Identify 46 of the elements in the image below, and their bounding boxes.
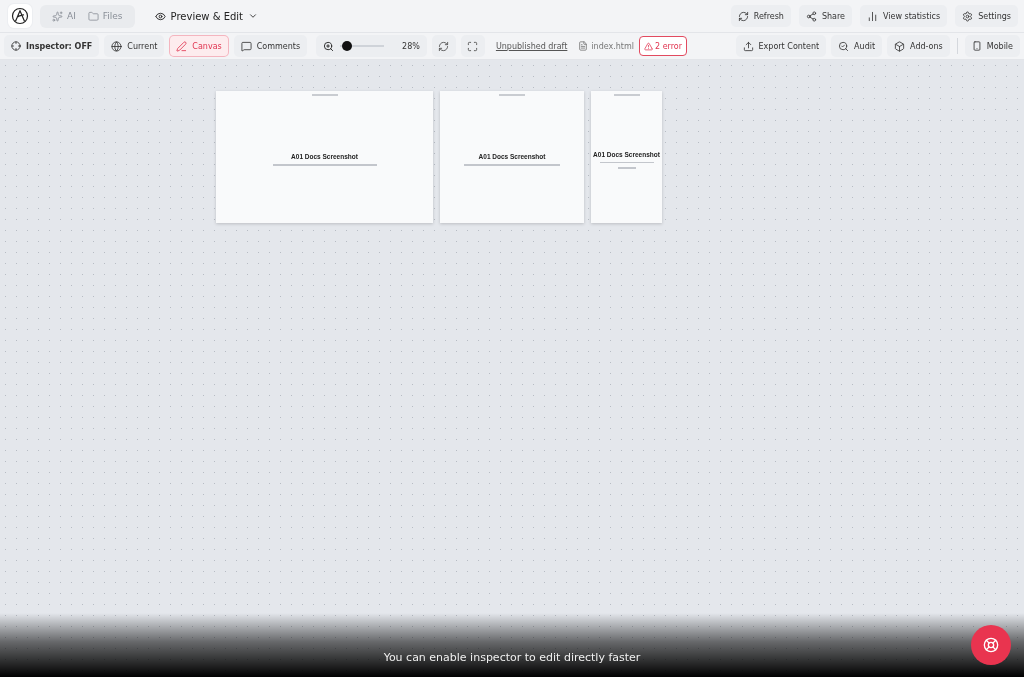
- refresh-icon: [438, 40, 450, 52]
- header-button[interactable]: Refresh: [730, 5, 791, 27]
- share-icon: [805, 10, 817, 22]
- eye-icon: [154, 10, 166, 22]
- pen-icon: [176, 40, 188, 52]
- phone-icon: [971, 41, 982, 51]
- view-tab[interactable]: Canvas: [169, 35, 229, 57]
- error-button[interactable]: 2 error: [639, 36, 687, 56]
- sparkle-icon: [52, 10, 63, 22]
- mode-dropdown[interactable]: Preview & Edit: [148, 9, 264, 23]
- draft-link[interactable]: Unpublished draft: [495, 41, 568, 51]
- header-button[interactable]: View statistics: [860, 5, 948, 27]
- refresh-icon: [737, 10, 749, 22]
- folder-icon: [87, 10, 99, 22]
- fullscreen-icon: [467, 40, 479, 52]
- logo[interactable]: [8, 4, 32, 28]
- crosshair-icon: [11, 41, 21, 51]
- fullscreen-button[interactable]: [460, 35, 485, 57]
- toolbar-button[interactable]: Audit: [831, 35, 883, 57]
- zoom-reading: 28%: [402, 41, 420, 51]
- comment-icon: [240, 40, 252, 52]
- settings-icon: [962, 10, 974, 22]
- header-button[interactable]: Settings: [955, 5, 1018, 27]
- device-button[interactable]: Mobile: [964, 35, 1020, 57]
- lifebuoy-icon: [983, 637, 999, 653]
- zoom-in-icon[interactable]: [323, 40, 335, 52]
- file-icon: [578, 41, 589, 51]
- text-line: [617, 167, 636, 169]
- view-tab[interactable]: Current: [104, 35, 165, 57]
- text-line: [599, 161, 654, 163]
- refresh-button[interactable]: [431, 35, 456, 57]
- chevron-down-icon: [248, 11, 258, 21]
- toolbar-button[interactable]: Add-ons: [887, 35, 950, 57]
- cube-icon: [894, 40, 906, 52]
- toolbar-button[interactable]: Export Content: [735, 35, 827, 57]
- view-tab[interactable]: Comments: [233, 35, 308, 57]
- slider-thumb[interactable]: [341, 41, 352, 51]
- tip-message: You can enable inspector to edit directly faster: [383, 651, 641, 664]
- upload-icon: [742, 40, 754, 52]
- zoom-icon: [838, 40, 850, 52]
- bar-chart-icon: [867, 10, 878, 22]
- globe-icon: [111, 40, 123, 52]
- header-button[interactable]: Share: [798, 5, 852, 27]
- file-name: index.html: [591, 41, 634, 51]
- warning-icon: [644, 41, 653, 51]
- inspector-button[interactable]: Inspector: OFF: [4, 35, 100, 57]
